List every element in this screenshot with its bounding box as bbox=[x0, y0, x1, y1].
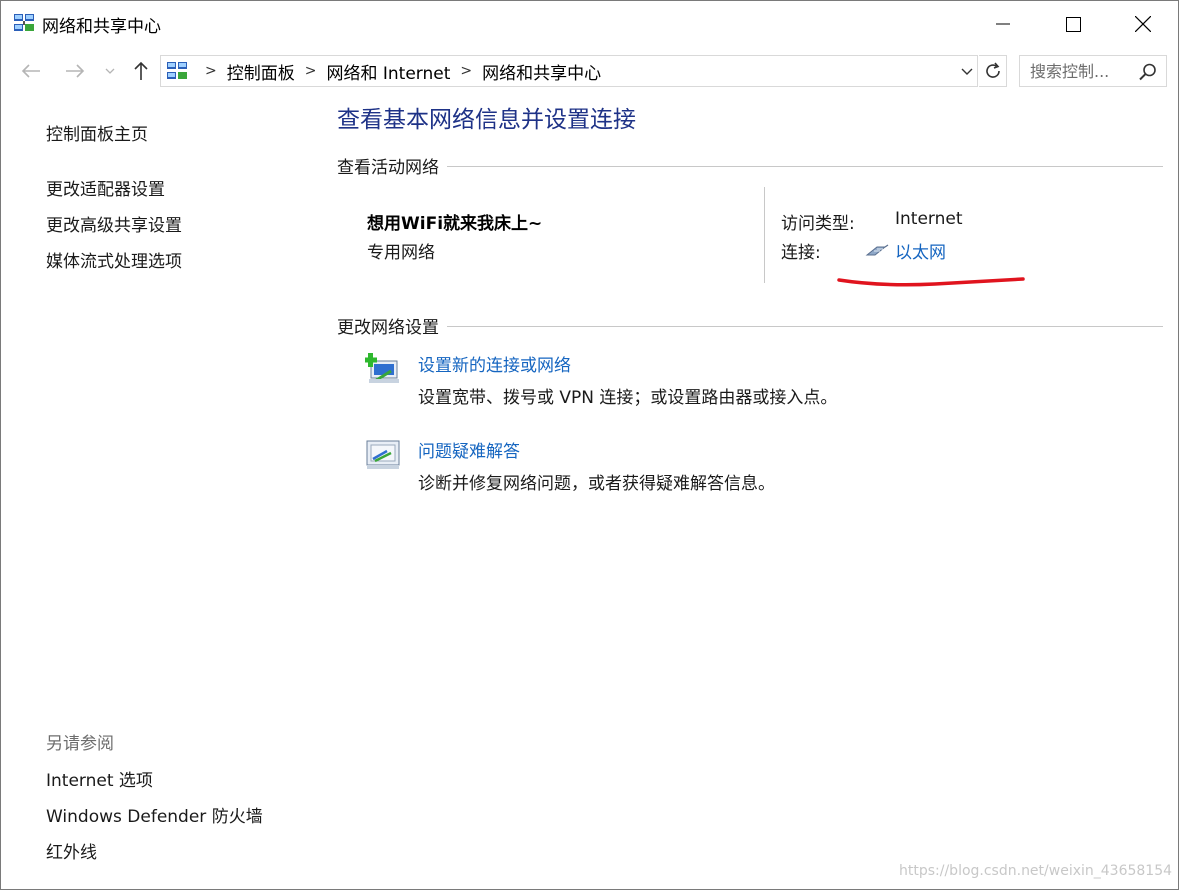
maximize-button[interactable] bbox=[1038, 1, 1108, 47]
control-panel-home-link[interactable]: 控制面板主页 bbox=[46, 120, 148, 145]
setup-new-connection-description: 设置宽带、拨号或 VPN 连接；或设置路由器或接入点。 bbox=[418, 388, 838, 408]
minimize-icon bbox=[996, 23, 1010, 25]
red-underline-annotation bbox=[837, 277, 1025, 287]
breadcrumb-network-internet[interactable]: 网络和 Internet bbox=[326, 59, 450, 84]
troubleshoot-problems-description: 诊断并修复网络问题，或者获得疑难解答信息。 bbox=[418, 474, 775, 494]
network-center-icon bbox=[167, 62, 187, 79]
change-settings-section-header: 更改网络设置 bbox=[337, 313, 1163, 338]
close-button[interactable] bbox=[1108, 1, 1178, 47]
breadcrumb-separator-icon[interactable]: > bbox=[205, 63, 217, 79]
troubleshoot-problems-link[interactable]: 问题疑难解答 bbox=[418, 437, 520, 462]
refresh-button[interactable] bbox=[979, 55, 1007, 87]
address-bar[interactable]: > 控制面板 > 网络和 Internet > 网络和共享中心 bbox=[160, 55, 978, 87]
close-icon bbox=[1135, 16, 1151, 32]
arrow-right-icon bbox=[66, 64, 85, 78]
maximize-icon bbox=[1065, 16, 1081, 32]
task-troubleshoot: 问题疑难解答 诊断并修复网络问题，或者获得疑难解答信息。 bbox=[365, 437, 1155, 497]
watermark: https://blog.csdn.net/weixin_43658154 bbox=[899, 863, 1173, 879]
back-button[interactable] bbox=[15, 57, 47, 85]
arrow-up-icon bbox=[134, 61, 148, 80]
ethernet-connection-label: 以太网 bbox=[895, 243, 946, 263]
breadcrumb: > 控制面板 > 网络和 Internet > 网络和共享中心 bbox=[195, 56, 601, 86]
search-input[interactable] bbox=[1020, 56, 1136, 86]
windows-defender-firewall-link[interactable]: Windows Defender 防火墙 bbox=[46, 802, 263, 827]
internet-options-link[interactable]: Internet 选项 bbox=[46, 766, 153, 791]
breadcrumb-separator-icon[interactable]: > bbox=[460, 63, 472, 79]
search-box bbox=[1019, 55, 1167, 87]
access-type-label: 访问类型: bbox=[781, 214, 855, 234]
up-button[interactable] bbox=[125, 57, 157, 85]
task-new-connection: 设置新的连接或网络 设置宽带、拨号或 VPN 连接；或设置路由器或接入点。 bbox=[365, 351, 1155, 411]
refresh-icon bbox=[985, 62, 1000, 78]
connection-label: 连接: bbox=[781, 243, 821, 263]
network-category: 专用网络 bbox=[367, 243, 435, 263]
breadcrumb-control-panel[interactable]: 控制面板 bbox=[227, 59, 295, 84]
recent-locations-button[interactable] bbox=[99, 57, 121, 85]
network-sharing-center-window: 网络和共享中心 > 控制面板 > 网络和 Internet > 网络和共享中心 … bbox=[0, 0, 1179, 890]
section-divider bbox=[447, 325, 1163, 327]
access-type-value: Internet bbox=[895, 209, 963, 229]
left-pane: 控制面板主页 更改适配器设置 更改高级共享设置 媒体流式处理选项 另请参阅 In… bbox=[1, 95, 319, 890]
section-divider bbox=[447, 165, 1163, 167]
breadcrumb-network-center[interactable]: 网络和共享中心 bbox=[482, 59, 601, 84]
ethernet-icon bbox=[865, 244, 889, 255]
active-networks-heading: 查看活动网络 bbox=[337, 157, 439, 178]
navigation-bar: > 控制面板 > 网络和 Internet > 网络和共享中心 bbox=[1, 47, 1178, 95]
change-advanced-sharing-link[interactable]: 更改高级共享设置 bbox=[46, 211, 182, 236]
chevron-down-icon bbox=[961, 68, 973, 75]
ethernet-connection-link[interactable]: 以太网 bbox=[865, 238, 946, 263]
search-icon[interactable] bbox=[1138, 62, 1158, 82]
address-history-button[interactable] bbox=[957, 56, 977, 86]
page-title: 查看基本网络信息并设置连接 bbox=[337, 107, 636, 133]
new-connection-icon bbox=[365, 353, 399, 383]
see-also-heading: 另请参阅 bbox=[46, 734, 114, 754]
media-streaming-options-link[interactable]: 媒体流式处理选项 bbox=[46, 247, 182, 272]
title-bar: 网络和共享中心 bbox=[1, 1, 1178, 47]
vertical-divider bbox=[764, 187, 765, 283]
chevron-down-icon bbox=[105, 68, 115, 74]
network-center-icon bbox=[14, 14, 34, 31]
infrared-link[interactable]: 红外线 bbox=[46, 838, 97, 863]
minimize-button[interactable] bbox=[968, 1, 1038, 47]
forward-button[interactable] bbox=[59, 57, 91, 85]
breadcrumb-separator-icon[interactable]: > bbox=[305, 63, 317, 79]
active-networks-section-header: 查看活动网络 bbox=[337, 153, 1163, 178]
change-settings-heading: 更改网络设置 bbox=[337, 317, 439, 338]
arrow-left-icon bbox=[21, 64, 40, 78]
change-adapter-settings-link[interactable]: 更改适配器设置 bbox=[46, 175, 165, 200]
troubleshoot-icon bbox=[366, 440, 400, 469]
network-name: 想用WiFi就来我床上~ bbox=[367, 214, 543, 234]
window-title: 网络和共享中心 bbox=[42, 17, 161, 37]
setup-new-connection-link[interactable]: 设置新的连接或网络 bbox=[418, 351, 571, 376]
